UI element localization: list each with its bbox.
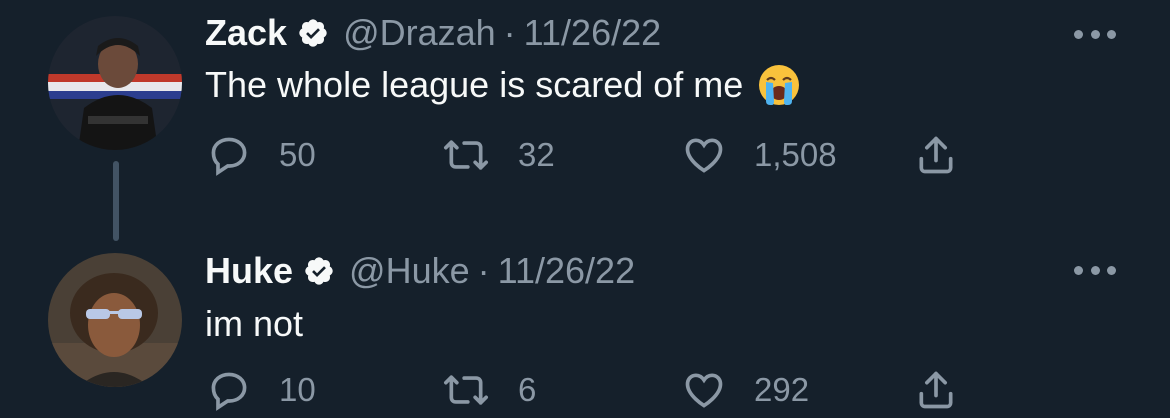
share-icon — [919, 371, 953, 409]
retweet-icon — [444, 140, 488, 170]
like-count: 292 — [754, 371, 810, 408]
like-button[interactable]: 1,508 — [680, 133, 837, 177]
user-handle[interactable]: @Drazah — [343, 12, 496, 54]
tweet-date[interactable]: 11/26/22 — [524, 12, 661, 54]
tweet-text-content: The whole league is scared of me — [205, 64, 744, 105]
tweet-header: Zack @Drazah · 11/26/22 — [205, 12, 661, 54]
reply-button[interactable]: 50 — [205, 133, 316, 177]
heart-icon — [685, 373, 723, 408]
separator-dot: · — [503, 12, 516, 53]
tweet-date[interactable]: 11/26/22 — [498, 250, 635, 292]
like-count: 1,508 — [754, 136, 837, 173]
retweet-count: 6 — [518, 371, 537, 408]
display-name[interactable]: Zack — [205, 12, 287, 54]
verified-badge-icon — [297, 17, 329, 49]
loudly-crying-face-icon — [757, 63, 801, 107]
reply-icon — [211, 372, 247, 411]
verified-badge-icon — [303, 255, 335, 287]
like-button[interactable]: 292 — [680, 368, 809, 412]
reply-count: 50 — [279, 136, 316, 173]
retweet-button[interactable]: 32 — [440, 133, 555, 177]
more-icon[interactable] — [1074, 264, 1116, 276]
share-button[interactable] — [913, 368, 959, 412]
retweet-button[interactable]: 6 — [440, 368, 536, 412]
share-icon — [919, 136, 953, 174]
reply-button[interactable]: 10 — [205, 368, 316, 412]
user-handle[interactable]: @Huke — [349, 250, 470, 292]
separator-dot: · — [477, 250, 490, 291]
more-icon[interactable] — [1074, 28, 1116, 40]
retweet-count: 32 — [518, 136, 555, 173]
retweet-icon — [444, 375, 488, 405]
reply-count: 10 — [279, 371, 316, 408]
tweet-text-content: im not — [205, 303, 304, 344]
avatar[interactable] — [48, 16, 182, 150]
tweet-header: Huke @Huke · 11/26/22 — [205, 250, 635, 292]
display-name[interactable]: Huke — [205, 250, 293, 292]
tweet-text: im not — [205, 303, 303, 345]
heart-icon — [685, 138, 723, 173]
avatar[interactable] — [48, 253, 182, 387]
thread-line — [113, 161, 119, 241]
tweet-actions: 10 6 292 — [205, 368, 1005, 418]
reply-icon — [211, 137, 247, 176]
share-button[interactable] — [913, 133, 959, 177]
tweet-actions: 50 32 1,508 — [205, 133, 1005, 183]
tweet-text: The whole league is scared of me — [205, 63, 801, 107]
